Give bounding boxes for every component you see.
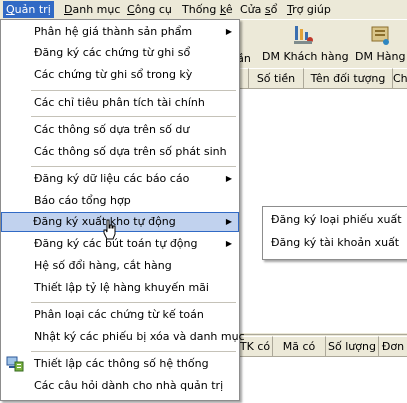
menu-separator [31,166,236,167]
menu-cong-cu-label: ông cụ [134,3,172,16]
menu-tro-giup-label: rợ giúp [292,3,331,16]
menu-item-auto-journal-entries[interactable]: Đăng ký các bút toán tự động ▶ [2,234,238,254]
submenu-arrow-icon: ▶ [225,239,232,248]
goods-icon [371,26,389,45]
menu-item-product-cost[interactable]: Phân hệ giá thành sản phẩm ▶ [2,22,238,42]
submenu-item-issue-voucher-type[interactable]: Đăng ký loại phiếu xuất [271,210,402,230]
menu-tro-giup[interactable]: Trợ giúp [285,2,333,17]
menu-item-auto-stock-issue[interactable]: Đăng ký xuất kho tự động ▶ [1,212,239,232]
bottom-grid-col-quantity[interactable]: Số lượng [326,336,379,357]
menu-item-label: Nhật ký các phiếu bị xóa và danh mục [34,330,245,343]
menu-quan-tri[interactable]: Quản trị [3,1,54,18]
menu-bar: Quản trị Danh mục Công cụ Thống kê Cửa s… [0,0,407,19]
menu-cua-so-prefix: Cửa [240,3,265,16]
top-grid-col-object-name[interactable]: Tên đối tượng [304,68,393,89]
menu-item-label: Các chứng từ ghi sổ trong kỳ [34,68,193,81]
system-settings-icon [6,356,24,372]
menu-item-ledger-vouchers-in-period[interactable]: Các chứng từ ghi sổ trong kỳ [2,65,238,85]
menu-item-admin-questions[interactable]: Các câu hỏi dành cho nhà quản trị [2,376,238,396]
menu-item-exchange-cut-ratio[interactable]: Hệ số đổi hàng, cắt hàng [2,256,238,276]
menu-item-label: Thiết lập các thông số hệ thống [34,357,209,370]
goods-list-button[interactable]: DM Hàng h [352,22,407,66]
submenu-item-issue-account[interactable]: Đăng ký tài khoản xuất [271,233,399,253]
submenu-arrow-icon: ▶ [225,174,232,183]
menu-thong-ke[interactable]: Thống kê [180,2,235,17]
menu-thong-ke-label: ê [225,3,233,16]
bottom-grid-col-price[interactable]: Đơn [379,336,407,357]
menu-item-promo-ratio[interactable]: Thiết lập tỷ lệ hàng khuyến mãi [2,278,238,298]
menu-item-financial-indicators[interactable]: Các chỉ tiêu phân tích tài chính [2,93,238,113]
menu-item-balance-params[interactable]: Các thông số dựa trên số dư [2,120,238,140]
top-grid-col-amount[interactable]: Số tiền [249,68,304,89]
submenu-arrow-icon: ▶ [225,27,232,36]
bottom-grid-col-credit-code[interactable]: Mã có [273,336,326,357]
menu-separator [31,351,236,352]
menu-item-label: Báo cáo tổng hợp [34,194,131,207]
menu-item-label: Hệ số đổi hàng, cắt hàng [34,259,172,272]
quan-tri-dropdown: Phân hệ giá thành sản phẩm ▶ Đăng ký các… [0,19,245,401]
menu-danh-muc[interactable]: Danh mục [62,2,122,17]
menu-separator [31,302,236,303]
menu-cua-so-label: ổ [270,3,278,16]
customers-list-label: DM Khách hàng [262,50,349,63]
menu-cong-cu[interactable]: Công cụ [125,2,174,17]
hand-cursor-icon [103,219,116,240]
customers-icon [294,26,313,44]
menu-quan-tri-label: uản trị [14,3,51,16]
menu-item-deletion-log[interactable]: Nhật ký các phiếu bị xóa và danh mục [2,327,245,347]
menu-item-label: Đăng ký các chứng từ ghi sổ [34,46,191,59]
menu-item-movement-params[interactable]: Các thông số dựa trên số phát sinh [2,142,238,162]
customers-list-button[interactable]: DM Khách hàng [262,22,349,66]
menu-separator [31,116,236,117]
auto-stock-issue-submenu: Đăng ký loại phiếu xuất Đăng ký tài khoả… [262,206,407,260]
menu-cua-so[interactable]: Cửa sổ [238,2,279,17]
menu-item-system-settings[interactable]: Thiết lập các thông số hệ thống [2,354,238,374]
menu-item-label: Đăng ký dữ liệu các báo cáo [34,172,190,185]
menu-item-label: Các câu hỏi dành cho nhà quản trị [34,379,224,392]
menu-separator [31,90,236,91]
menu-item-label: Các chỉ tiêu phân tích tài chính [34,96,205,109]
menu-item-report-data-registration[interactable]: Đăng ký dữ liệu các báo cáo ▶ [2,169,238,189]
menu-item-label: Các thông số dựa trên số dư [34,123,190,136]
menu-quan-tri-mnemonic: Q [6,3,15,16]
goods-list-label: DM Hàng h [355,50,407,63]
menu-item-label: Thiết lập tỷ lệ hàng khuyến mãi [34,281,209,294]
menu-thong-ke-prefix: Thống [182,3,220,16]
menu-item-register-ledger-vouchers[interactable]: Đăng ký các chứng từ ghi sổ [2,43,238,63]
top-grid-col-ch[interactable]: Ch [393,68,407,89]
menu-danh-muc-label: anh mục [72,3,121,16]
menu-item-voucher-classification[interactable]: Phân loại các chứng từ kế toán [2,305,238,325]
menu-item-label: Phân loại các chứng từ kế toán [34,308,204,321]
menu-item-label: Các thông số dựa trên số phát sinh [34,145,227,158]
submenu-arrow-icon: ▶ [225,217,232,226]
menu-item-label: Phân hệ giá thành sản phẩm [34,25,193,38]
menu-item-summary-report[interactable]: Báo cáo tổng hợp [2,191,238,211]
menu-cong-cu-mnemonic: C [127,3,135,16]
